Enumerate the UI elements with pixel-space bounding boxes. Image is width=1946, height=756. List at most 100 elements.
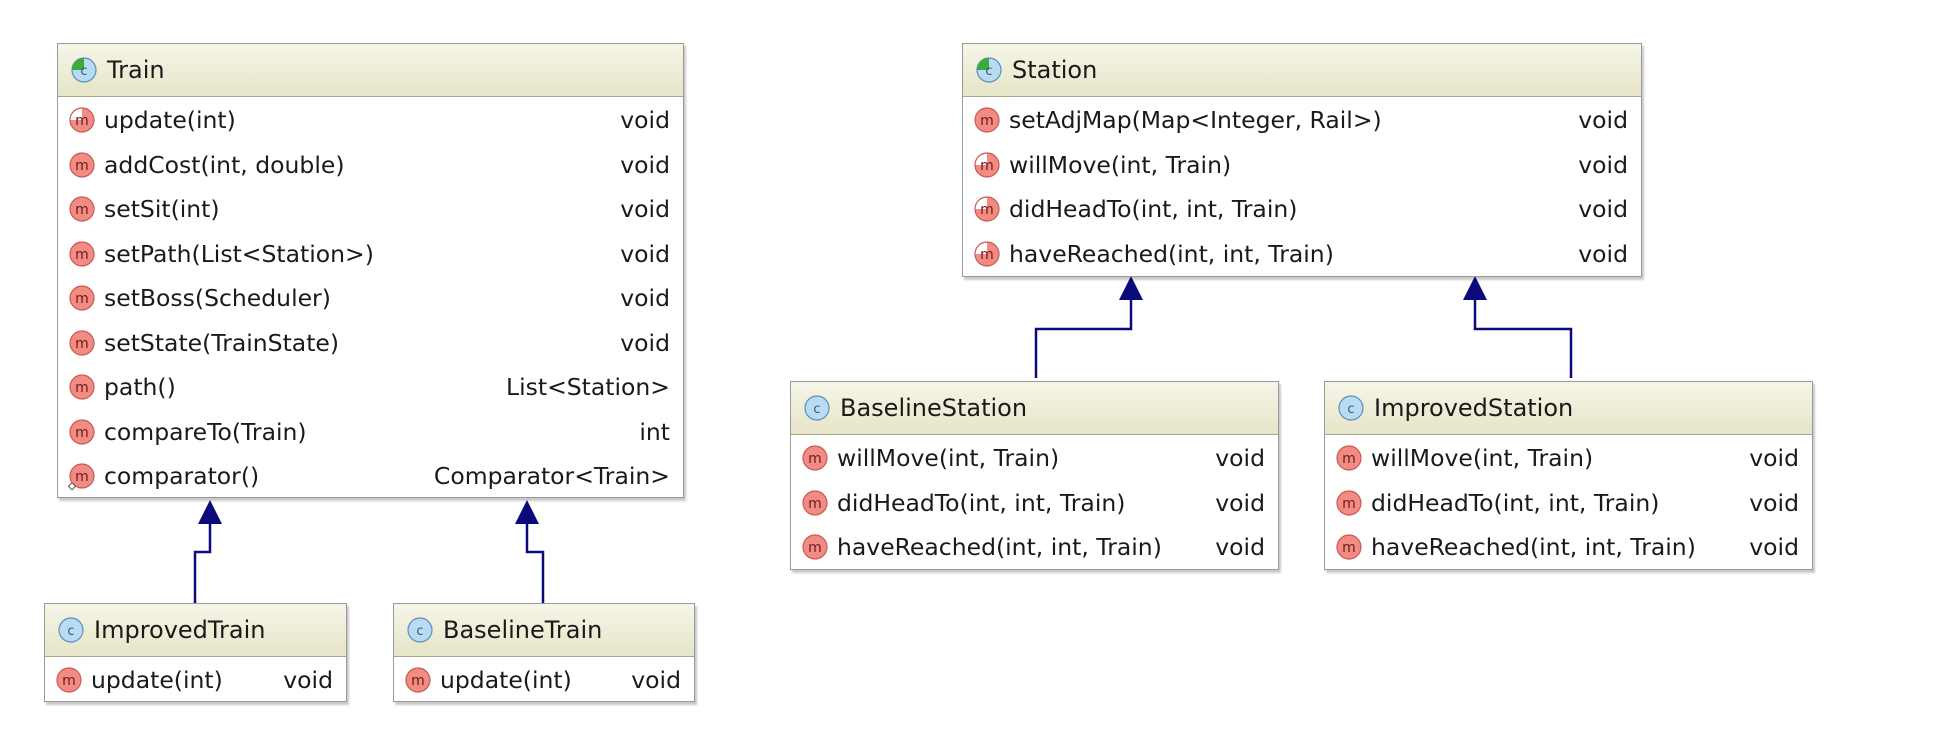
svg-text:c: c (813, 402, 820, 417)
svg-text:m: m (75, 336, 89, 352)
class-improved-train[interactable]: c ImprovedTrain m update(int) void (44, 603, 347, 702)
svg-text:m: m (75, 425, 89, 441)
class-header: c Station (963, 44, 1641, 97)
method-signature: update(int) (440, 666, 572, 695)
method-signature: setAdjMap(Map<Integer, Rail>) (1009, 106, 1382, 135)
svg-text:m: m (980, 202, 994, 218)
return-type: void (1215, 488, 1265, 517)
method-row[interactable]: m update(int) void (58, 98, 683, 143)
method-signature: setPath(List<Station>) (104, 239, 374, 268)
class-icon: c (804, 395, 830, 421)
return-type: void (631, 666, 681, 695)
baselinetrain-to-train-edge (525, 522, 545, 603)
return-type: List<Station> (505, 373, 670, 402)
svg-text:m: m (75, 113, 89, 129)
class-station[interactable]: c Station m setAdjMap(Map<Integer, Rail>)… (962, 43, 1642, 277)
return-type: Comparator<Train> (433, 462, 670, 491)
method-icon: m (69, 152, 95, 178)
method-icon: m (56, 667, 82, 693)
method-row[interactable]: m haveReached(int, int, Train) void (963, 232, 1641, 277)
svg-text:m: m (411, 673, 425, 689)
method-row[interactable]: m didHeadTo(int, int, Train) void (791, 481, 1278, 526)
svg-text:c: c (67, 624, 74, 639)
method-row[interactable]: m update(int) void (394, 658, 694, 703)
method-icon: m (69, 285, 95, 311)
class-baseline-train[interactable]: c BaselineTrain m update(int) void (393, 603, 695, 702)
method-signature: path() (104, 373, 176, 402)
method-signature: setSit(int) (104, 195, 220, 224)
svg-text:c: c (1347, 402, 1354, 417)
method-signature: compareTo(Train) (104, 417, 307, 446)
method-icon: m (69, 241, 95, 267)
method-signature: comparator() (104, 462, 260, 491)
svg-text:m: m (980, 247, 994, 263)
return-type: int (639, 417, 670, 446)
method-list: m update(int) void (394, 657, 694, 703)
static-marker-icon (68, 483, 76, 491)
method-row[interactable]: m update(int) void (45, 658, 346, 703)
method-row[interactable]: m setAdjMap(Map<Integer, Rail>) void (963, 98, 1641, 143)
method-row[interactable]: m haveReached(int, int, Train) void (791, 525, 1278, 570)
svg-text:m: m (1342, 540, 1356, 556)
method-row[interactable]: m willMove(int, Train) void (791, 436, 1278, 481)
method-row[interactable]: m willMove(int, Train) void (1325, 436, 1812, 481)
svg-text:c: c (416, 624, 423, 639)
return-type: void (1578, 106, 1628, 135)
station-arrowhead-right (1463, 276, 1487, 300)
method-row[interactable]: m haveReached(int, int, Train) void (1325, 525, 1812, 570)
svg-text:m: m (1342, 496, 1356, 512)
method-row[interactable]: m willMove(int, Train) void (963, 143, 1641, 188)
class-improved-station[interactable]: c ImprovedStation m willMove(int, Train) v… (1324, 381, 1813, 570)
svg-text:m: m (75, 380, 89, 396)
return-type: void (283, 666, 333, 695)
class-name: ImprovedTrain (94, 616, 266, 644)
method-list: m update(int) void (45, 657, 346, 703)
method-icon: m (802, 490, 828, 516)
train-arrowhead-left (198, 500, 222, 524)
method-row[interactable]: m setState(TrainState) void (58, 321, 683, 366)
method-list: m willMove(int, Train) void m didHeadTo(int,… (791, 435, 1278, 570)
svg-text:c: c (985, 64, 992, 79)
return-type: void (1749, 444, 1799, 473)
return-type: void (620, 150, 670, 179)
return-type: void (1578, 195, 1628, 224)
method-signature: didHeadTo(int, int, Train) (1371, 488, 1660, 517)
method-signature: setBoss(Scheduler) (104, 284, 331, 313)
baselinestation-to-station-edge (1034, 298, 1133, 378)
return-type: void (620, 328, 670, 357)
method-signature: didHeadTo(int, int, Train) (1009, 195, 1298, 224)
method-row[interactable]: m didHeadTo(int, int, Train) void (1325, 481, 1812, 526)
class-baseline-station[interactable]: c BaselineStation m willMove(int, Train) v… (790, 381, 1279, 570)
svg-text:m: m (75, 158, 89, 174)
method-row[interactable]: m setPath(List<Station>) void (58, 232, 683, 277)
method-signature: haveReached(int, int, Train) (1009, 239, 1334, 268)
method-row[interactable]: m compareTo(Train) int (58, 410, 683, 455)
svg-text:m: m (75, 291, 89, 307)
svg-text:m: m (808, 451, 822, 467)
abstract-method-icon: m (974, 241, 1000, 267)
class-icon: c (1338, 395, 1364, 421)
class-header: c BaselineTrain (394, 604, 694, 657)
method-row[interactable]: m setSit(int) void (58, 187, 683, 232)
method-row[interactable]: m didHeadTo(int, int, Train) void (963, 187, 1641, 232)
method-icon: m (802, 534, 828, 560)
class-name: BaselineTrain (443, 616, 603, 644)
method-signature: haveReached(int, int, Train) (837, 533, 1162, 562)
method-icon: m (1336, 490, 1362, 516)
method-row[interactable]: m setBoss(Scheduler) void (58, 276, 683, 321)
class-header: c ImprovedTrain (45, 604, 346, 657)
method-signature: willMove(int, Train) (837, 444, 1060, 473)
class-icon: c (407, 617, 433, 643)
abstract-class-icon: c (976, 57, 1002, 83)
class-header: c Train (58, 44, 683, 97)
return-type: void (620, 195, 670, 224)
method-icon: m (974, 107, 1000, 133)
method-row[interactable]: m comparator() Comparator<Train> (58, 454, 683, 499)
svg-text:m: m (1342, 451, 1356, 467)
method-row[interactable]: m addCost(int, double) void (58, 143, 683, 188)
method-row[interactable]: m path() List<Station> (58, 365, 683, 410)
svg-text:m: m (980, 113, 994, 129)
class-train[interactable]: c Train m update(int) void m addCost(int, do… (57, 43, 684, 498)
return-type: void (1215, 533, 1265, 562)
return-type: void (1578, 239, 1628, 268)
